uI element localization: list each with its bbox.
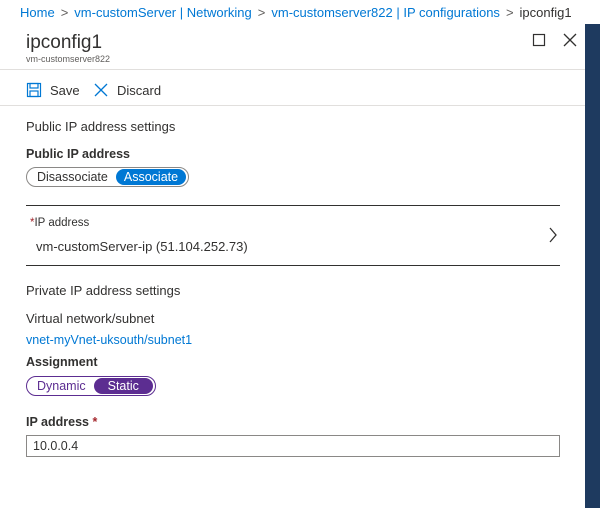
public-ip-label: Public IP address	[26, 147, 130, 161]
assignment-label: Assignment	[26, 355, 98, 369]
breadcrumb-separator: >	[505, 4, 514, 20]
public-ip-address-selector[interactable]: *IP address vm-customServer-ip (51.104.2…	[26, 207, 560, 265]
static-option[interactable]: Static	[93, 378, 153, 394]
save-button[interactable]: Save	[26, 79, 80, 101]
public-ip-section-title: Public IP address settings	[26, 119, 176, 134]
breadcrumb-separator: >	[257, 4, 266, 20]
save-label: Save	[50, 82, 80, 98]
header-divider	[0, 69, 585, 70]
public-ip-value: vm-customServer-ip (51.104.252.73)	[36, 239, 248, 254]
discard-label: Discard	[117, 82, 162, 98]
required-marker: *	[92, 415, 98, 429]
ip-address-row-label: *IP address	[30, 217, 89, 229]
ip-box-top-border	[26, 205, 560, 206]
private-ip-label-text: IP address	[26, 415, 90, 429]
dynamic-option[interactable]: Dynamic	[29, 378, 94, 394]
close-icon[interactable]	[562, 32, 578, 48]
vnet-subnet-label: Virtual network/subnet	[26, 311, 155, 326]
assignment-toggle: Dynamic Static	[26, 376, 156, 396]
page-subtitle: vm-customserver822	[26, 54, 111, 64]
public-ip-toggle: Disassociate Associate	[26, 167, 190, 187]
breadcrumb: Home > vm-customServer | Networking > vm…	[0, 0, 600, 25]
private-ip-label: IP address *	[26, 415, 97, 429]
private-ip-input[interactable]	[26, 435, 560, 457]
right-edge-bar	[585, 24, 600, 508]
vnet-subnet-link[interactable]: vnet-myVnet-uksouth/subnet1	[26, 333, 192, 347]
maximize-icon[interactable]	[531, 32, 547, 48]
page-title: ipconfig1	[26, 32, 103, 53]
toolbar-divider	[0, 105, 585, 106]
private-ip-section-title: Private IP address settings	[26, 283, 181, 298]
ip-address-label: IP address	[34, 217, 90, 229]
breadcrumb-separator: >	[60, 4, 69, 20]
discard-button[interactable]: Discard	[93, 79, 161, 101]
breadcrumb-current: ipconfig1	[519, 4, 572, 20]
associate-option[interactable]: Associate	[115, 169, 187, 185]
save-icon	[26, 82, 42, 98]
disassociate-option[interactable]: Disassociate	[29, 169, 116, 185]
breadcrumb-home[interactable]: Home	[20, 5, 55, 20]
ipconfig-panel: ipconfig1 vm-customserver822 Save Discar…	[0, 24, 585, 508]
chevron-right-icon	[549, 227, 557, 243]
breadcrumb-ip-configurations[interactable]: vm-customserver822 | IP configurations	[271, 5, 500, 20]
discard-icon	[94, 83, 108, 97]
ip-box-bottom-border	[26, 265, 560, 266]
breadcrumb-networking[interactable]: vm-customServer | Networking	[74, 5, 251, 20]
